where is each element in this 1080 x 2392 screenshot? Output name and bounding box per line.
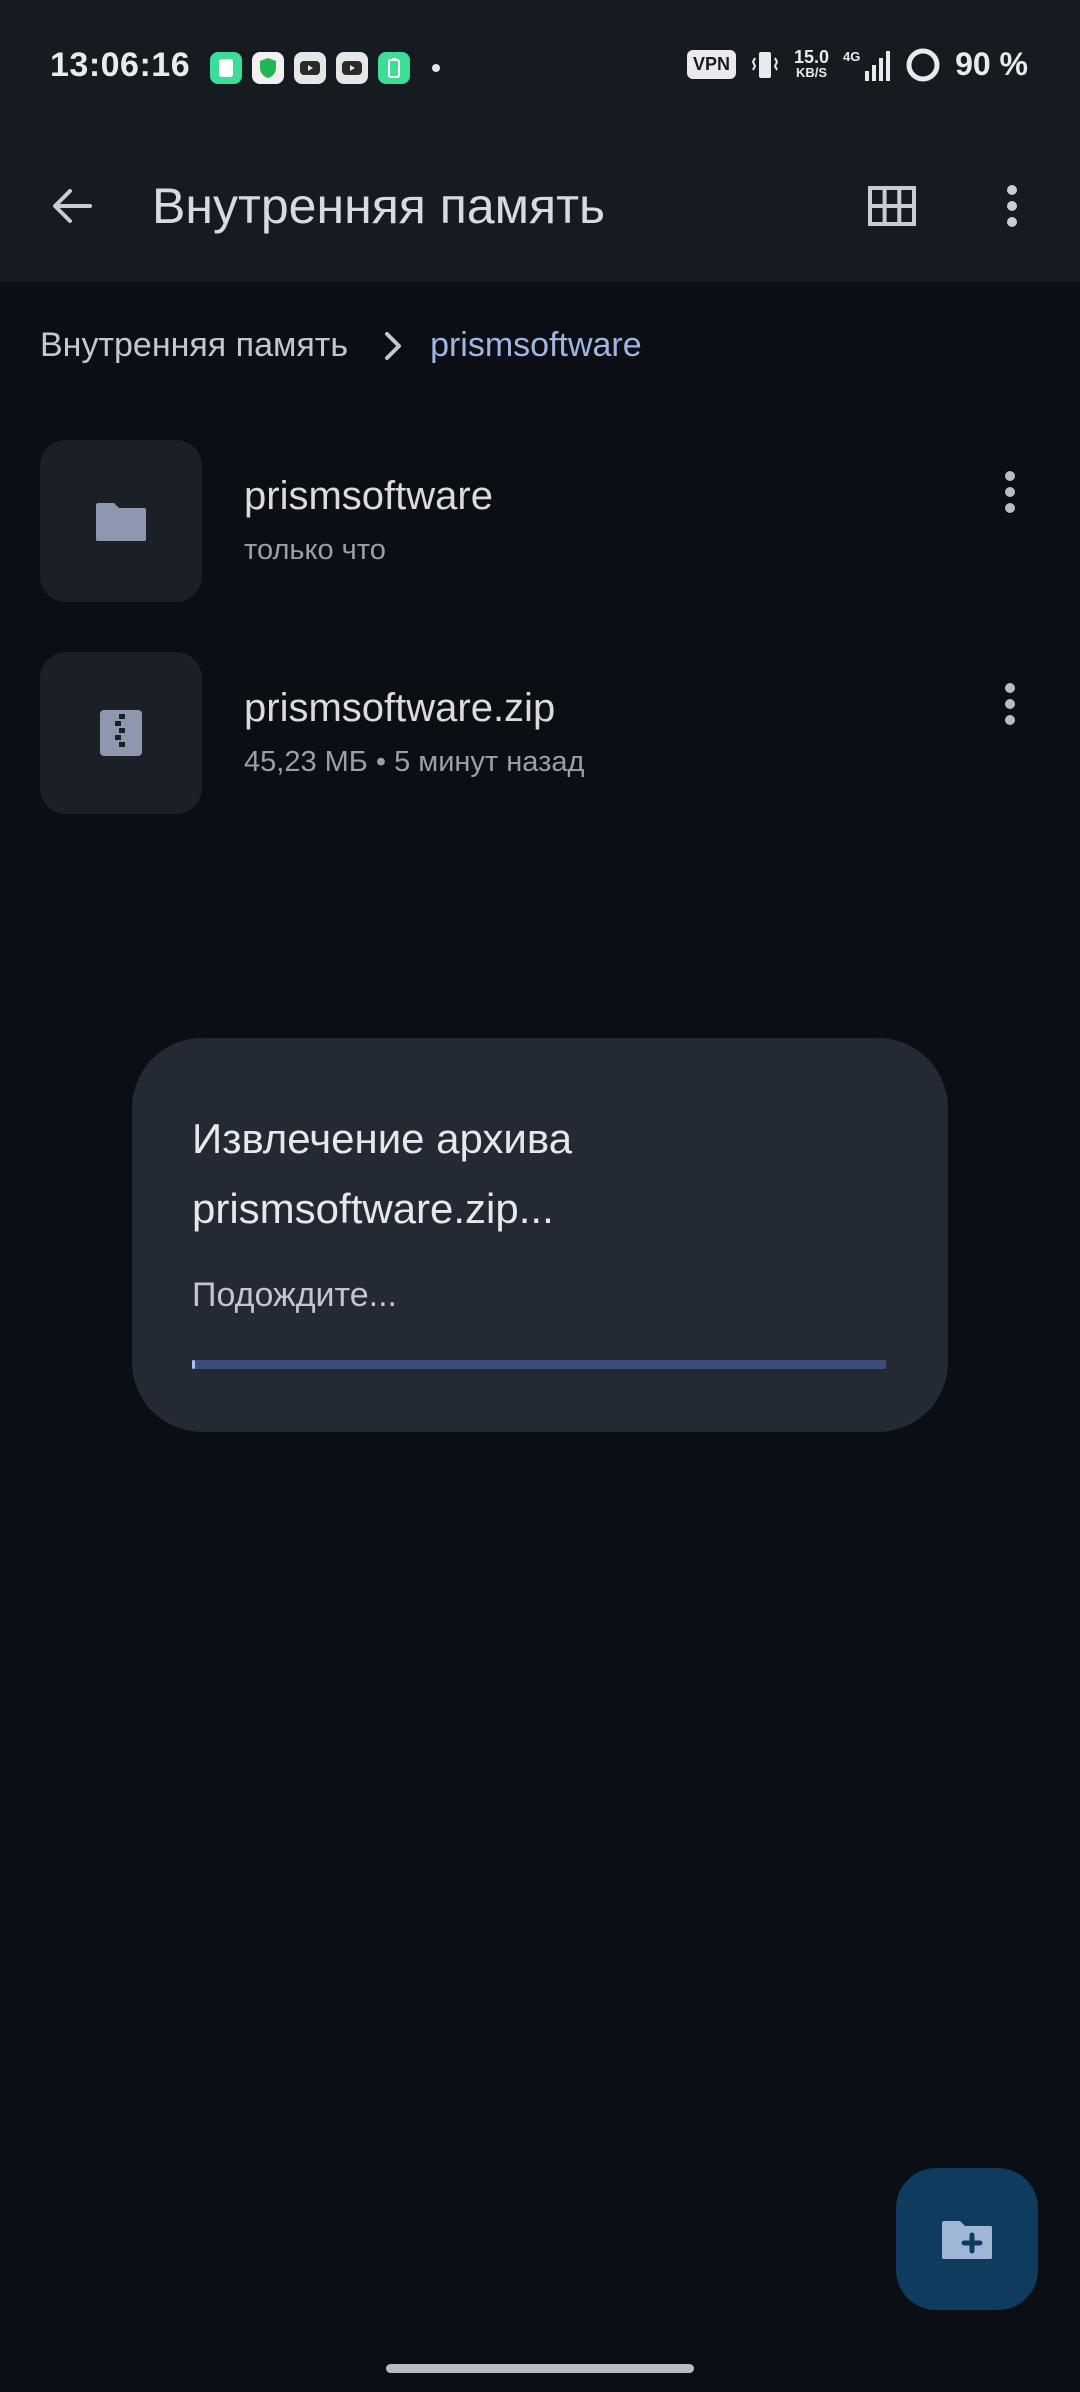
status-indicators: VPN 15.0 KB/S 4G 90 % — [687, 46, 1028, 83]
more-vert-icon — [1005, 683, 1015, 725]
more-vert-icon — [1005, 471, 1015, 513]
list-item[interactable]: prismsoftware только что — [40, 440, 1060, 602]
youtube-icon — [294, 52, 326, 84]
chevron-right-icon — [384, 331, 402, 361]
file-thumbnail — [40, 652, 202, 814]
gesture-navigation-bar[interactable] — [386, 2364, 694, 2373]
status-time: 13:06:16 — [50, 46, 191, 84]
progress-bar — [192, 1360, 886, 1369]
svg-text:4G: 4G — [843, 49, 860, 64]
grid-view-icon — [868, 186, 916, 226]
notification-icons — [210, 52, 452, 84]
list-item[interactable]: prismsoftware.zip 45,23 МБ • 5 минут наз… — [40, 652, 1060, 814]
app-bar: Внутренняя память — [0, 130, 1080, 282]
new-folder-button[interactable] — [896, 2168, 1038, 2310]
vpn-badge: VPN — [687, 50, 737, 79]
file-thumbnail — [40, 440, 202, 602]
net-speed: 15.0 KB/S — [794, 46, 830, 80]
dialog-subtitle: Подождите... — [192, 1276, 397, 1314]
signal-icon: 4G — [843, 49, 891, 81]
note-app-icon — [210, 52, 242, 84]
battery-percent: 90 % — [955, 46, 1028, 82]
breadcrumb-current[interactable]: prismsoftware — [430, 326, 642, 365]
vibrate-icon — [751, 51, 779, 78]
breadcrumb-root[interactable]: Внутренняя память — [40, 326, 348, 365]
breadcrumb: Внутренняя память prismsoftware — [40, 326, 642, 365]
more-notifications-dot-icon — [420, 52, 452, 84]
back-button[interactable] — [40, 174, 104, 238]
extract-progress-dialog: Извлечение архива prismsoftware.zip... П… — [132, 1038, 948, 1432]
battery-saver-icon — [378, 52, 410, 84]
status-bar: 13:06:16 VPN 15.0 KB/S 4G 90 % — [0, 0, 1080, 130]
grid-view-button[interactable] — [860, 174, 924, 238]
file-name: prismsoftware — [244, 474, 493, 518]
create-new-folder-icon — [942, 2221, 992, 2259]
file-name: prismsoftware.zip — [244, 686, 556, 730]
zip-icon — [100, 710, 142, 756]
item-more-button[interactable] — [980, 674, 1040, 734]
more-vert-icon — [1007, 185, 1017, 227]
item-more-button[interactable] — [980, 462, 1040, 522]
arrow-back-icon — [53, 189, 92, 223]
security-shield-icon — [252, 52, 284, 84]
page-title: Внутренняя память — [152, 178, 606, 234]
file-meta: 45,23 МБ • 5 минут назад — [244, 746, 585, 778]
progress-fill — [192, 1360, 196, 1369]
dialog-title: Извлечение архива prismsoftware.zip... — [192, 1115, 573, 1232]
file-meta: только что — [244, 534, 386, 566]
youtube-icon — [336, 52, 368, 84]
battery-ring-icon — [906, 48, 940, 81]
more-options-button[interactable] — [980, 174, 1044, 238]
folder-icon — [96, 503, 146, 541]
